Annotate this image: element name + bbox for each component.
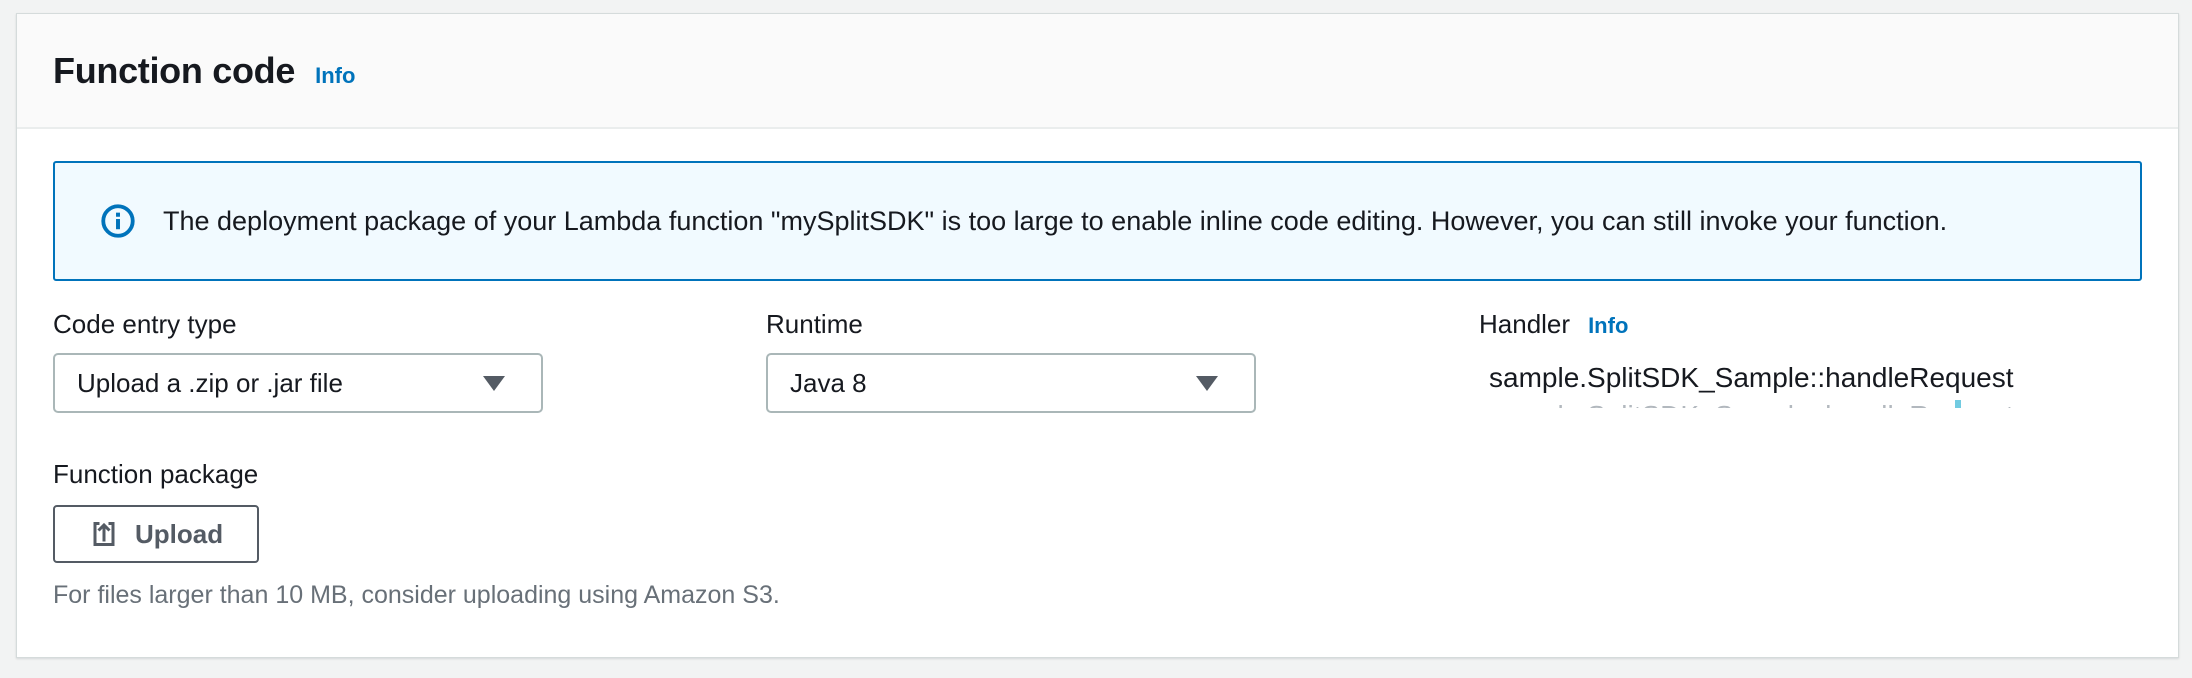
handler-field: Handler Info sample.SplitSDK_Sample::han… [1479,307,2142,413]
runtime-field: Runtime Java 8 [766,307,1479,413]
upload-button-label: Upload [135,519,223,550]
function-code-panel: Function code Info The deployment packag… [16,13,2179,658]
panel-body: The deployment package of your Lambda fu… [17,129,2178,611]
function-package-label: Function package [53,457,2142,491]
info-alert: The deployment package of your Lambda fu… [53,161,2142,281]
panel-header: Function code Info [17,14,2178,129]
handler-value: sample.SplitSDK_Sample::handleRequest [1479,359,2142,397]
upload-icon [89,519,119,549]
upload-button[interactable]: Upload [53,505,259,563]
text-cursor-artifact [1955,400,1961,408]
handler-info-link[interactable]: Info [1588,313,1628,339]
runtime-select[interactable]: Java 8 [766,353,1256,413]
handler-value-clipped-artifact: sample.SplitSDK_Sample::handleRequest [1479,399,2142,408]
upload-helper-text: For files larger than 10 MB, consider up… [53,579,2142,611]
code-entry-type-value: Upload a .zip or .jar file [77,368,343,399]
handler-label: Handler [1479,307,1570,341]
info-circle-icon [101,204,135,238]
title-info-link[interactable]: Info [315,63,355,89]
caret-down-icon [1196,376,1218,391]
alert-message: The deployment package of your Lambda fu… [163,206,1947,237]
caret-down-icon [483,376,505,391]
code-entry-type-field: Code entry type Upload a .zip or .jar fi… [53,307,766,413]
fields-row: Code entry type Upload a .zip or .jar fi… [53,307,2142,413]
code-entry-type-select[interactable]: Upload a .zip or .jar file [53,353,543,413]
runtime-label: Runtime [766,307,1479,341]
code-entry-type-label: Code entry type [53,307,766,341]
runtime-value: Java 8 [790,368,867,399]
page-title: Function code [53,50,295,92]
